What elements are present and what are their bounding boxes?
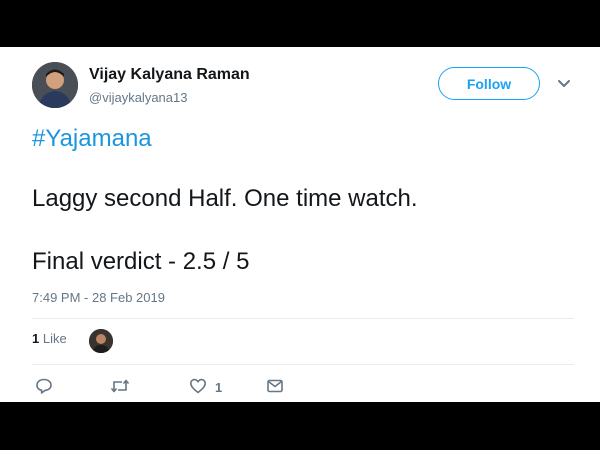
author-handle[interactable]: @vijaykalyana13 [89,90,187,105]
reply-icon[interactable] [35,377,53,395]
liker-avatar[interactable] [89,329,113,353]
likes-label: Like [42,331,67,346]
like-icon[interactable] [189,377,207,395]
follow-button[interactable]: Follow [438,67,540,100]
tweet-timestamp[interactable]: 7:49 PM - 28 Feb 2019 [32,290,165,305]
author-name[interactable]: Vijay Kalyana Raman [89,66,250,84]
like-action-count: 1 [215,380,223,395]
hashtag-link[interactable]: #Yajamana [32,125,152,153]
divider [32,364,574,365]
tweet-text-line-2: Final verdict - 2.5 / 5 [32,248,250,275]
chevron-down-icon[interactable] [556,76,572,92]
retweet-icon[interactable] [110,377,130,395]
likes-summary[interactable]: 1 Like [32,331,67,346]
likes-count: 1 [32,331,40,346]
author-avatar[interactable] [32,62,78,108]
divider [32,318,574,319]
tweet-text-line-1: Laggy second Half. One time watch. [32,185,418,212]
direct-message-icon[interactable] [266,377,284,395]
tweet-card: Vijay Kalyana Raman @vijaykalyana13 Foll… [0,47,600,402]
